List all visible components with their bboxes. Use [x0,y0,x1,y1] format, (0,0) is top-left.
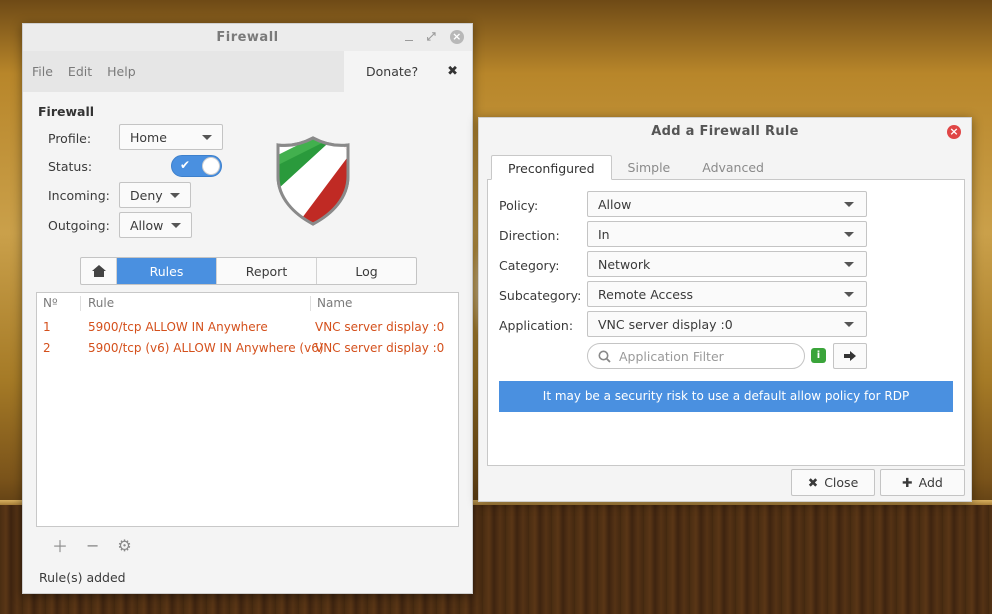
direction-label: Direction: [499,228,560,243]
gear-icon[interactable]: ⚙ [117,536,131,555]
category-label: Category: [499,258,560,273]
profile-combo[interactable]: Home [119,124,223,150]
minimize-icon[interactable] [404,40,413,41]
add-button[interactable]: ✚ Add [880,469,965,496]
menu-edit[interactable]: Edit [68,64,92,79]
rules-table: Nº Rule Name 1 5900/tcp ALLOW IN Anywher… [36,292,459,527]
tab-preconfigured[interactable]: Preconfigured [491,155,612,180]
arrow-right-icon [844,351,856,361]
donate-bar: Donate? ✖ [344,51,472,92]
firewall-window: Firewall ⤢ × File Edit Help Donate? ✖ Fi… [22,23,473,594]
add-button-label: Add [918,475,943,490]
incoming-combo[interactable]: Deny [119,182,191,208]
minus-icon[interactable]: − [86,536,99,555]
category-combo[interactable]: Network [587,251,867,277]
application-combo[interactable]: VNC server display :0 [587,311,867,337]
chevron-down-icon [171,223,181,228]
chevron-down-icon [844,322,854,327]
direction-combo[interactable]: In [587,221,867,247]
menu-file[interactable]: File [32,64,53,79]
menu-help[interactable]: Help [107,64,136,79]
warning-banner: It may be a security risk to use a defau… [499,381,953,412]
dialog-tabs: Preconfigured Simple Advanced [491,155,780,180]
chevron-down-icon [844,202,854,207]
status-toggle[interactable]: ✔ [171,155,222,177]
subcategory-combo[interactable]: Remote Access [587,281,867,307]
outgoing-label: Outgoing: [48,218,110,233]
window-title: Firewall [216,30,279,45]
column-name[interactable]: Name [311,296,458,311]
policy-label: Policy: [499,198,539,213]
toggle-knob [202,157,220,175]
status-label: Status: [48,159,93,174]
category-value: Network [598,256,651,272]
donate-close-icon[interactable]: ✖ [447,64,458,79]
direction-value: In [598,226,610,242]
rule-text: 5900/tcp ALLOW IN Anywhere [88,319,268,334]
chevron-down-icon [844,232,854,237]
chevron-down-icon [170,193,180,198]
dialog-title[interactable]: Add a Firewall Rule [479,118,971,146]
window-controls: ⤢ × [404,30,464,44]
subcategory-value: Remote Access [598,286,693,302]
rule-number: 2 [43,340,51,355]
search-icon [598,350,611,363]
chevron-down-icon [844,262,854,267]
rule-text: 5900/tcp (v6) ALLOW IN Anywhere (v6) [88,340,324,355]
policy-value: Allow [598,196,632,212]
outgoing-combo[interactable]: Allow [119,212,192,238]
policy-combo[interactable]: Allow [587,191,867,217]
plus-icon: ✚ [902,475,913,490]
tab-log[interactable]: Log [317,258,416,284]
tab-rules[interactable]: Rules [117,258,217,284]
tab-simple[interactable]: Simple [612,155,687,180]
column-no[interactable]: Nº [37,296,81,311]
chevron-down-icon [202,135,212,140]
plus-icon[interactable]: ＋ [52,533,68,557]
outgoing-value: Allow [130,217,164,233]
close-icon: ✖ [807,475,819,490]
rules-table-header: Nº Rule Name [37,293,458,314]
add-rule-dialog: Add a Firewall Rule × Preconfigured Simp… [478,117,972,502]
section-title: Firewall [38,104,95,119]
rule-name: VNC server display :0 [315,340,445,355]
subcategory-label: Subcategory: [499,288,582,303]
tab-report[interactable]: Report [217,258,317,284]
profile-label: Profile: [48,131,92,146]
chevron-down-icon [844,292,854,297]
firewall-titlebar[interactable]: Firewall ⤢ × [23,24,472,51]
info-icon[interactable]: i [811,348,826,363]
application-filter[interactable] [587,343,805,369]
close-button-label: Close [824,475,859,490]
application-filter-input[interactable] [619,348,789,364]
rule-number: 1 [43,319,51,334]
incoming-value: Deny [130,187,163,203]
rule-name: VNC server display :0 [315,319,445,334]
preconfigured-panel: Policy: Allow Direction: In Category: Ne… [487,179,965,466]
home-tab[interactable] [81,258,117,284]
rules-toolbar: ＋ − ⚙ [36,528,459,562]
tab-advanced[interactable]: Advanced [686,155,780,180]
application-label: Application: [499,318,574,333]
menubar: File Edit Help [23,51,344,92]
maximize-icon[interactable]: ⤢ [427,31,436,43]
close-icon[interactable]: × [947,125,961,139]
table-row[interactable]: 1 5900/tcp ALLOW IN Anywhere VNC server … [37,316,458,337]
home-icon [91,265,106,277]
table-row[interactable]: 2 5900/tcp (v6) ALLOW IN Anywhere (v6) V… [37,337,458,358]
view-switcher: Rules Report Log [80,257,417,285]
profile-value: Home [130,129,167,145]
check-icon: ✔ [180,158,191,172]
application-value: VNC server display :0 [598,316,733,332]
column-rule[interactable]: Rule [81,296,311,311]
close-icon[interactable]: × [450,30,464,44]
status-bar: Rule(s) added [39,570,126,585]
apply-filter-button[interactable] [833,343,867,369]
incoming-label: Incoming: [48,188,110,203]
close-button[interactable]: ✖ Close [791,469,875,496]
shield-icon [276,136,350,226]
donate-link[interactable]: Donate? [366,64,418,79]
